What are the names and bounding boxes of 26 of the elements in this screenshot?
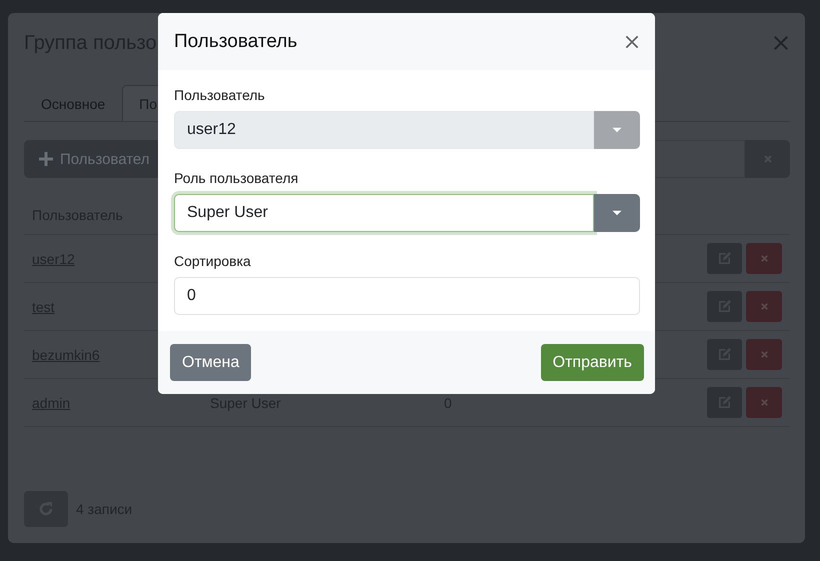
edit-icon <box>717 395 732 410</box>
edit-icon <box>717 251 732 266</box>
select-field[interactable]: Super User <box>174 194 594 232</box>
dialog-title: Пользователь <box>174 30 298 52</box>
delete-button[interactable] <box>746 291 782 322</box>
close-icon <box>758 253 770 264</box>
delete-button[interactable] <box>746 339 782 370</box>
edit-icon <box>717 347 732 362</box>
close-icon <box>758 349 770 360</box>
submit-button[interactable]: Отправить <box>540 344 644 381</box>
dropdown-button[interactable] <box>594 194 640 232</box>
close-icon <box>758 301 770 312</box>
edit-button[interactable] <box>707 339 742 370</box>
edit-button[interactable] <box>707 291 742 322</box>
field-label: Сортировка <box>174 253 252 269</box>
delete-button[interactable] <box>746 243 782 274</box>
edit-button[interactable] <box>707 243 742 274</box>
edit-icon <box>717 299 732 314</box>
edit-button[interactable] <box>707 387 742 418</box>
dropdown-button[interactable] <box>594 111 640 149</box>
plus-icon <box>38 151 54 167</box>
input-field[interactable]: 0 <box>174 277 640 315</box>
field-label: Пользователь <box>174 87 266 103</box>
close-icon <box>758 397 770 408</box>
delete-button[interactable] <box>746 387 782 418</box>
cancel-button[interactable]: Отмена <box>170 344 252 381</box>
